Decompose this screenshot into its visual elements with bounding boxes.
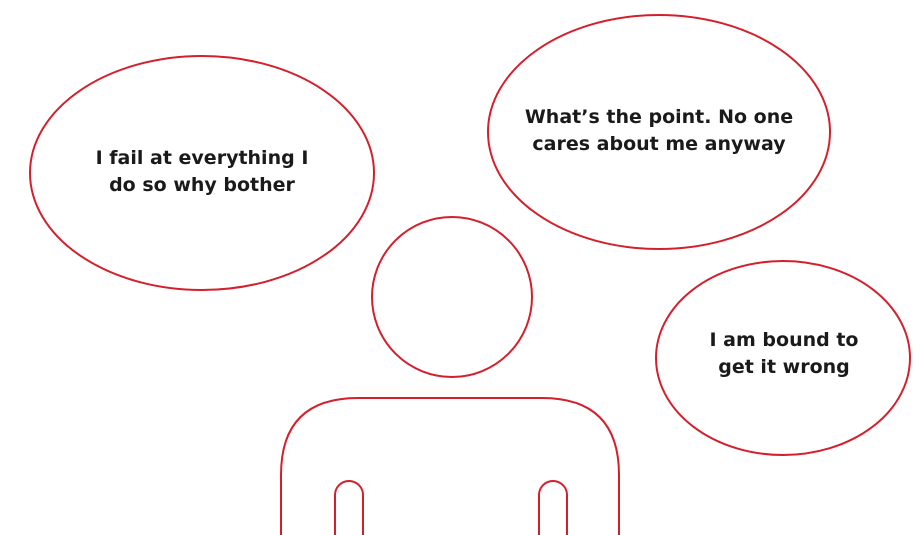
person-torso — [280, 397, 620, 535]
thought-text-line: I fail at everything I — [95, 147, 309, 169]
thought-text-top-right: What’s the point. No one cares about me … — [509, 104, 809, 158]
person-right-arm — [538, 480, 568, 535]
thought-text-line: I am bound to — [709, 329, 859, 351]
thought-text-line: get it wrong — [718, 356, 850, 378]
thought-text-line: do so why bother — [109, 174, 295, 196]
person-left-arm — [334, 480, 364, 535]
person-head — [371, 216, 533, 378]
thought-text-line: cares about me anyway — [532, 133, 786, 155]
thought-diagram — [29, 14, 911, 535]
thought-text-bottom-right: I am bound to get it wrong — [684, 327, 884, 381]
thought-text-line: What’s the point. No one — [524, 106, 794, 128]
person-outline-icon — [280, 216, 620, 535]
thought-text-left: I fail at everything I do so why bother — [52, 145, 352, 199]
